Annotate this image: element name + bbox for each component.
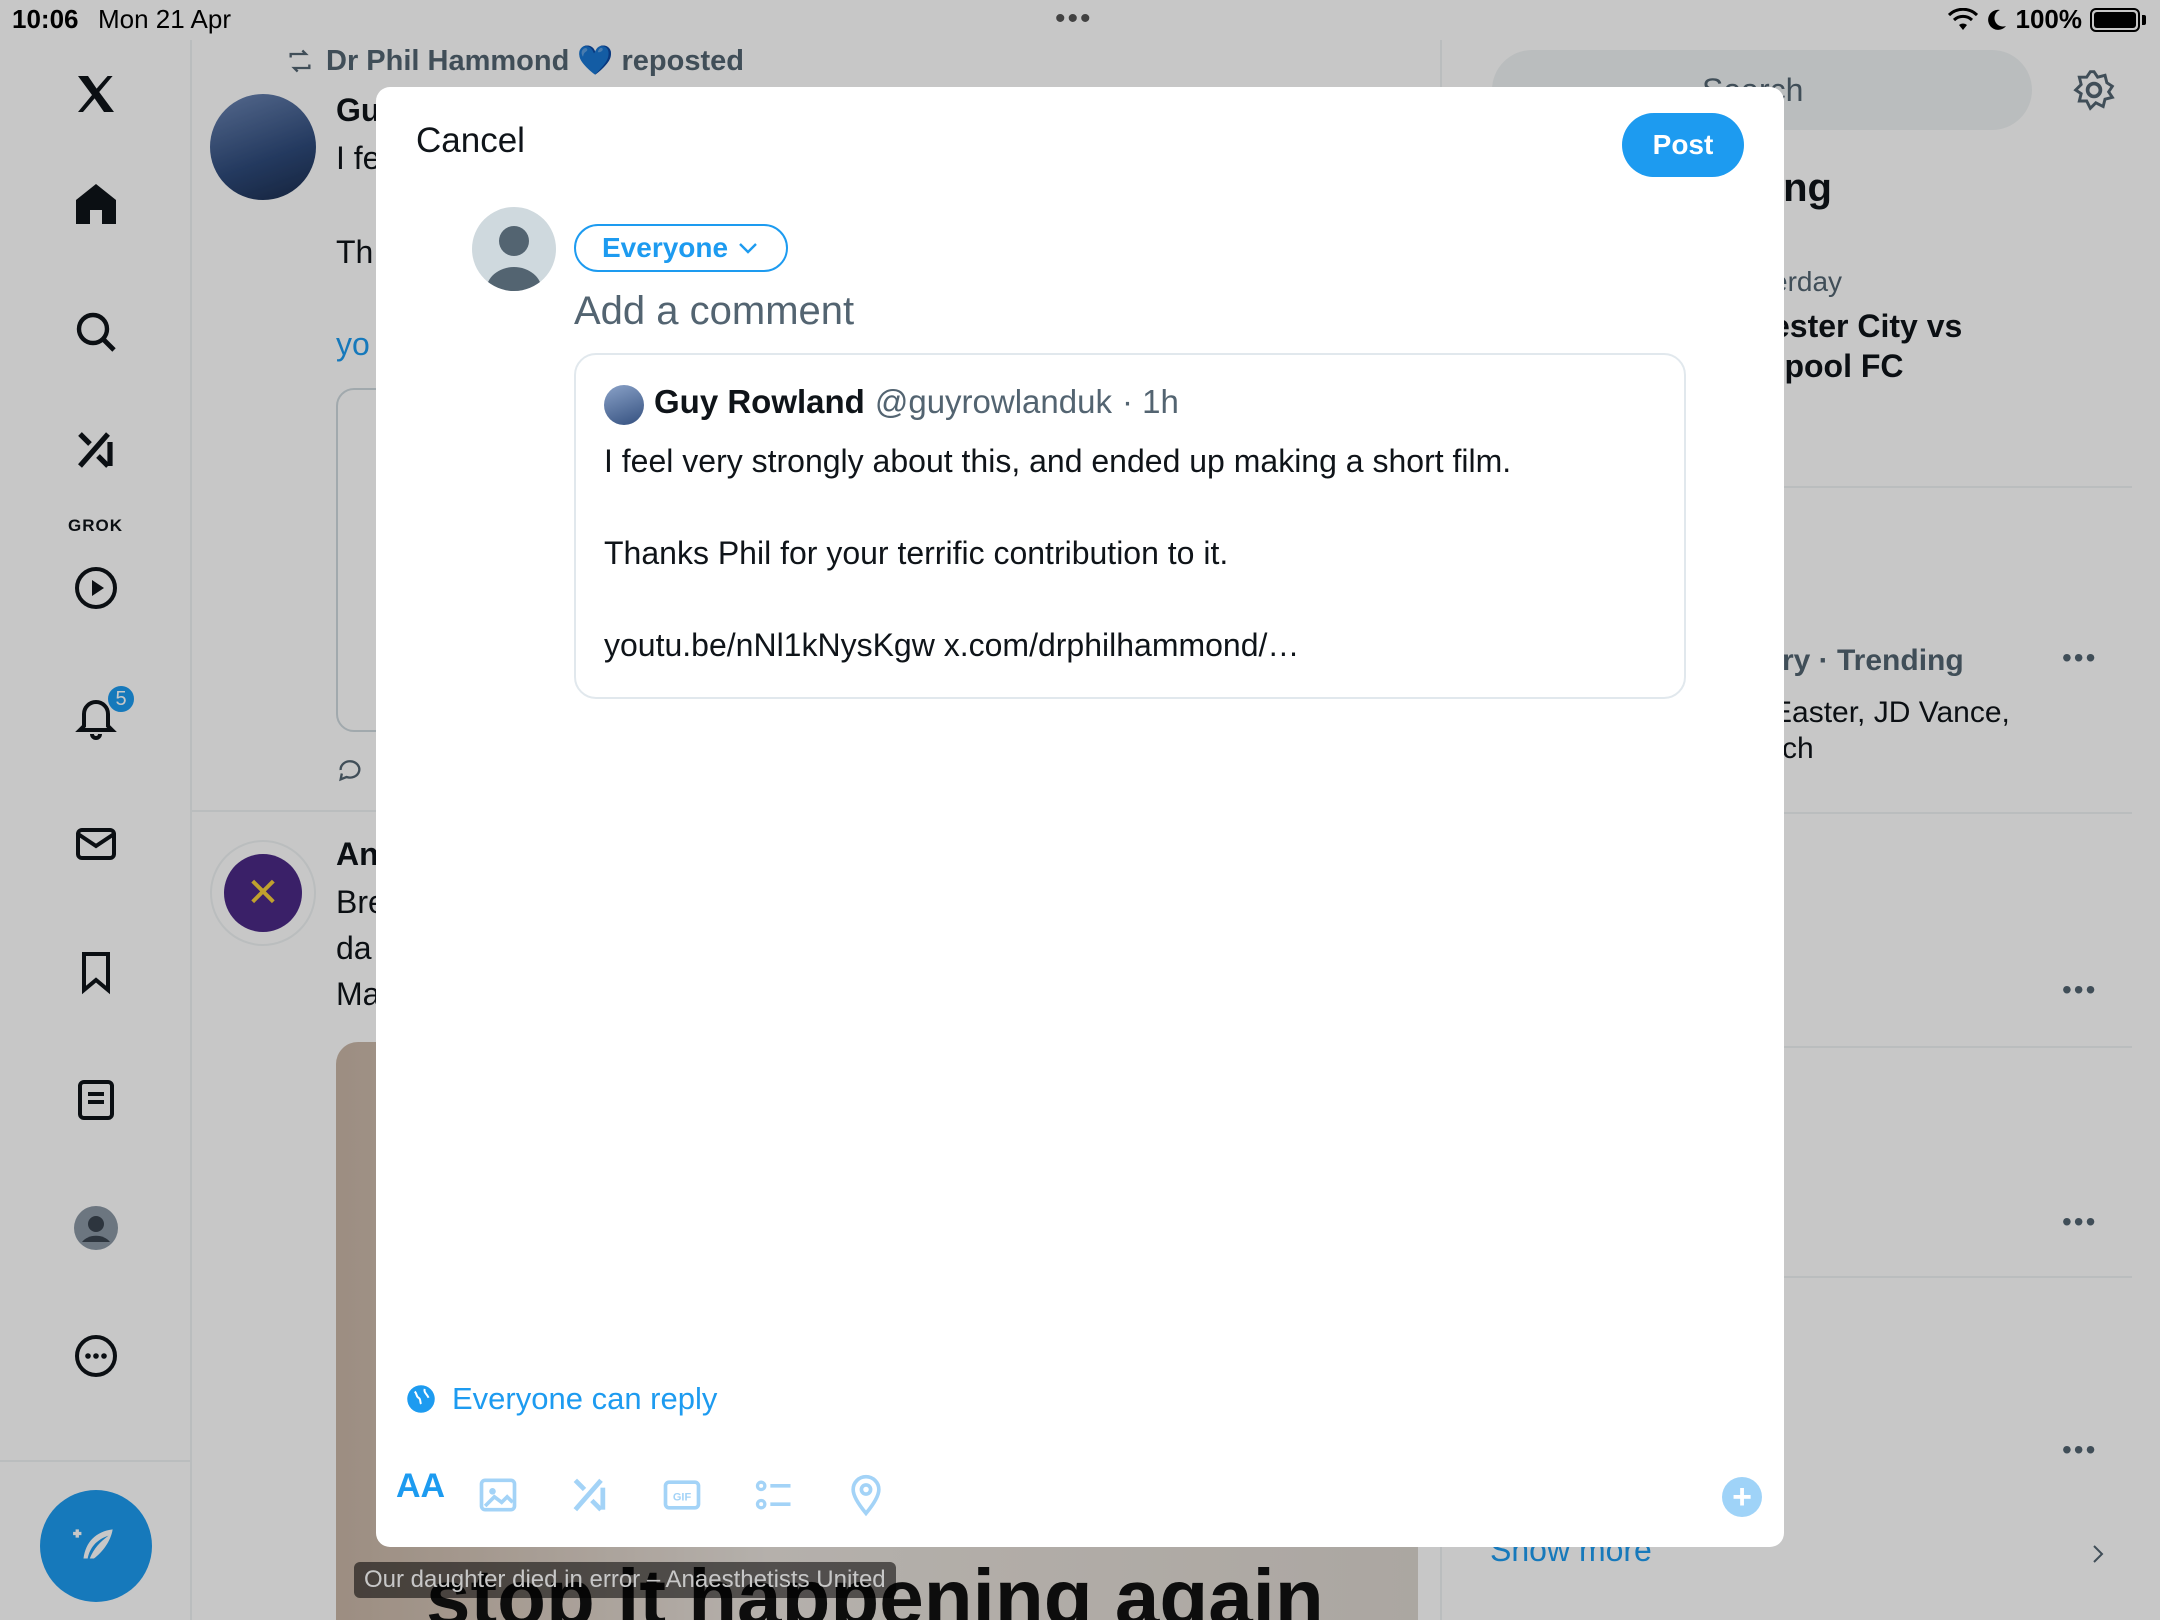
grok-button[interactable] [560,1467,620,1523]
poll-button[interactable] [744,1467,804,1523]
text-format-label: AA [396,1467,446,1505]
audience-selector[interactable]: Everyone [574,224,789,272]
add-thread-plus-icon[interactable]: + [1722,1477,1762,1517]
location-pin-icon [851,1474,881,1517]
comment-input[interactable]: Add a comment [574,289,854,334]
quoted-author-name: Guy Rowland [654,383,865,420]
text-format-button[interactable]: AA [396,1467,445,1506]
image-icon [479,1478,517,1512]
quoted-author-avatar [604,385,644,425]
quoted-post-text: Thanks Phil for your terrific contributi… [604,535,1229,571]
media-image-button[interactable] [468,1467,528,1523]
poll-list-icon [755,1480,791,1510]
quoted-post-text: I feel very strongly about this, and end… [604,443,1512,479]
quoted-post-time: · 1h [1121,383,1179,420]
quoted-author-handle: @guyrowlanduk [874,383,1112,420]
user-avatar[interactable] [472,207,556,291]
reply-setting-label: Everyone can reply [452,1381,718,1416]
gif-button[interactable]: GIF [652,1467,712,1523]
reply-setting-button[interactable]: Everyone can reply [406,1381,717,1417]
globe-icon [407,1385,435,1413]
gif-icon: GIF [663,1480,701,1510]
quoted-post-header: Guy Rowland @guyrowlanduk · 1h [654,383,1179,421]
post-button[interactable]: Post [1622,113,1744,177]
default-avatar-icon [486,226,542,291]
cancel-button[interactable]: Cancel [416,121,525,161]
toolbar-divider [376,1447,1784,1448]
quote-post-composer-modal: Cancel Post Everyone Add a comment Guy R… [376,87,1784,1547]
location-button[interactable] [836,1467,896,1523]
chevron-down-icon [739,243,757,254]
quoted-post-links: youtu.be/nNl1kNysKgw x.com/drphilhammond… [604,627,1300,663]
audience-label: Everyone [602,232,729,263]
gif-label: GIF [673,1492,692,1504]
quoted-post-card: Guy Rowland @guyrowlanduk · 1h I feel ve… [574,353,1686,699]
grok-icon [573,1478,606,1512]
